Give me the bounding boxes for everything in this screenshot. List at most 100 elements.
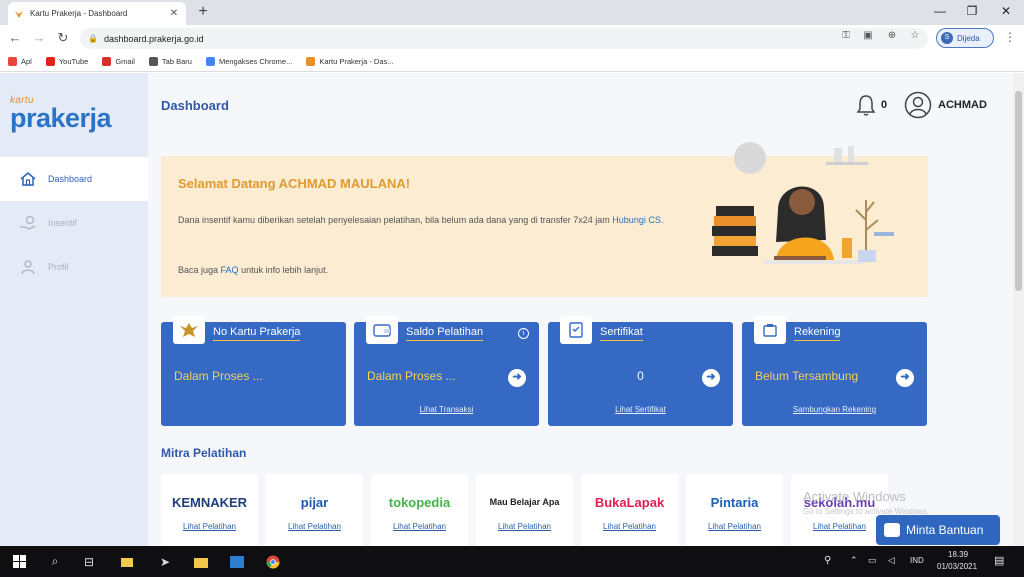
volume-icon[interactable]: ◁ (888, 555, 895, 566)
partner-card[interactable]: Pintaria Lihat Pelatihan (686, 474, 783, 546)
lihat-pelatihan-link[interactable]: Lihat Pelatihan (161, 522, 258, 531)
forward-arrow-icon[interactable]: → (30, 29, 48, 47)
zoom-icon[interactable]: ⊕ (884, 30, 900, 41)
scrollbar-thumb[interactable] (1015, 91, 1022, 291)
bookmark-label: Apl (21, 57, 32, 66)
notification-center-icon[interactable]: ▤ (994, 554, 1004, 567)
info-icon[interactable]: i (518, 328, 529, 339)
partner-logo: BukaLapak (594, 494, 665, 510)
sidebar-item-insentif[interactable]: Insentif (0, 201, 148, 245)
welcome-title: Selamat Datang ACHMAD MAULANA! (178, 176, 411, 191)
address-bar[interactable]: 🔒 dashboard.prakerja.go.id (80, 28, 928, 49)
tab-close-icon[interactable]: ✕ (168, 8, 180, 19)
lihat-pelatihan-link[interactable]: Lihat Pelatihan (266, 522, 363, 531)
bookmark-item[interactable]: Mengakses Chrome... (205, 57, 293, 66)
clock-time[interactable]: 18.39 (948, 550, 968, 559)
faq-link[interactable]: FAQ (221, 265, 239, 275)
language-indicator[interactable]: IND (910, 556, 924, 565)
arrow-right-icon[interactable]: ➜ (702, 369, 720, 387)
bookmark-label: Gmail (115, 57, 135, 66)
browser-tab-title: Kartu Prakerja - Dashboard (30, 9, 128, 18)
youtube-icon (45, 57, 55, 66)
contact-cs-link[interactable]: Hubungi CS (612, 215, 661, 225)
partner-card[interactable]: KEMNAKER Lihat Pelatihan (161, 474, 258, 546)
card-sertifikat[interactable]: Sertifikat 0 ➜ Lihat Sertifikat (548, 316, 733, 426)
partner-logo: Pintaria (710, 494, 759, 510)
lihat-transaksi-link[interactable]: Lihat Transaksi (354, 405, 539, 414)
arrow-app-icon[interactable]: ➤ (156, 553, 174, 570)
lihat-sertifikat-link[interactable]: Lihat Sertifikat (548, 405, 733, 414)
window-close-button[interactable]: ✕ (996, 2, 1016, 20)
home-icon (18, 170, 38, 188)
faq-post: untuk info lebih lanjut. (241, 265, 329, 275)
card-value: Dalam Proses ... (174, 369, 263, 383)
people-icon[interactable]: ⚲ (824, 555, 831, 566)
network-icon[interactable]: ▭ (868, 555, 877, 566)
partner-logo: pijar (300, 494, 329, 510)
chrome-icon[interactable] (264, 553, 282, 570)
lihat-pelatihan-link[interactable]: Lihat Pelatihan (791, 522, 888, 531)
clock-date[interactable]: 01/03/2021 (937, 562, 977, 571)
search-icon[interactable]: ⌕ (46, 553, 64, 570)
lihat-pelatihan-link[interactable]: Lihat Pelatihan (476, 522, 573, 531)
reload-icon[interactable]: ↻ (54, 29, 72, 47)
partner-card[interactable]: tokopedia Lihat Pelatihan (371, 474, 468, 546)
window-restore-button[interactable]: ❐ (962, 2, 982, 20)
store-icon[interactable] (118, 553, 136, 570)
card-title: No Kartu Prakerja (213, 326, 301, 341)
arrow-right-icon[interactable]: ➜ (896, 369, 914, 387)
bookmark-item[interactable]: Gmail (102, 57, 135, 66)
bookmark-item[interactable]: YouTube (45, 57, 88, 66)
card-saldo-pelatihan[interactable]: Saldo Pelatihan i Dalam Proses ... ➜ Lih… (354, 316, 539, 426)
card-value: Belum Tersambung (755, 369, 859, 383)
url-text[interactable]: dashboard.prakerja.go.id (104, 34, 204, 44)
user-name[interactable]: ACHMAD (938, 99, 987, 111)
key-icon[interactable]: ⚿ (838, 30, 854, 41)
card-no-kartu[interactable]: No Kartu Prakerja Dalam Proses ... (161, 316, 346, 426)
card-title: Rekening (794, 326, 841, 341)
windows-taskbar: ⌕ ⊟ ➤ ⚲ ⌃ ▭ ◁ IND 18.39 01/03/2021 ▤ (0, 546, 1024, 577)
page-content: kartu prakerja Dashboard Insentif Profil… (0, 73, 1024, 546)
sidebar-item-profil[interactable]: Profil (0, 245, 148, 289)
partner-card[interactable]: Mau Belajar Apa Lihat Pelatihan (476, 474, 573, 546)
apps-icon (8, 57, 17, 66)
sambungkan-rekening-link[interactable]: Sambungkan Rekening (742, 405, 927, 414)
lihat-pelatihan-link[interactable]: Lihat Pelatihan (371, 522, 468, 531)
card-rekening[interactable]: Rekening Belum Tersambung ➜ Sambungkan R… (742, 316, 927, 426)
faq-pre: Baca juga (178, 265, 219, 275)
bell-icon[interactable] (855, 93, 877, 117)
new-tab-button[interactable]: + (194, 3, 212, 21)
file-explorer-icon[interactable] (192, 553, 210, 570)
profile-button[interactable]: S Dijeda (936, 28, 994, 48)
user-avatar-icon[interactable] (904, 91, 932, 119)
card-title: Saldo Pelatihan (406, 326, 484, 341)
bookmark-item[interactable]: Kartu Prakerja - Das... (306, 57, 394, 66)
partner-card[interactable]: BukaLapak Lihat Pelatihan (581, 474, 678, 546)
lihat-pelatihan-link[interactable]: Lihat Pelatihan (581, 522, 678, 531)
bookmark-item[interactable]: Apl (8, 57, 32, 66)
bookmark-label: Mengakses Chrome... (218, 57, 293, 66)
partner-card[interactable]: pijar Lihat Pelatihan (266, 474, 363, 546)
back-arrow-icon[interactable]: ← (6, 29, 24, 47)
prakerja-logo[interactable]: kartu prakerja (10, 95, 112, 132)
bookmark-item[interactable]: Tab Baru (148, 57, 192, 66)
sidebar-item-dashboard[interactable]: Dashboard (0, 157, 148, 201)
lihat-pelatihan-link[interactable]: Lihat Pelatihan (686, 522, 783, 531)
hand-coin-icon (18, 214, 38, 232)
browser-tab[interactable]: Kartu Prakerja - Dashboard ✕ (8, 2, 186, 25)
tray-chevron-icon[interactable]: ⌃ (850, 555, 858, 566)
notification-count: 0 (881, 99, 888, 111)
translate-icon[interactable]: ▣ (860, 30, 876, 41)
window-minimize-button[interactable]: — (930, 2, 950, 20)
help-label: Minta Bantuan (906, 523, 984, 537)
photos-app-icon[interactable] (228, 553, 246, 570)
windows-start-icon[interactable] (10, 553, 28, 570)
welcome-faq-line: Baca juga FAQ untuk info lebih lanjut. (178, 262, 718, 279)
welcome-text: Dana insentif kamu diberikan setelah pen… (178, 212, 718, 229)
task-view-icon[interactable]: ⊟ (80, 553, 98, 570)
profile-icon (18, 258, 38, 276)
bookmark-star-icon[interactable]: ☆ (907, 30, 923, 41)
menu-kebab-icon[interactable]: ⋮ (1004, 30, 1016, 44)
minta-bantuan-button[interactable]: Minta Bantuan (876, 515, 1000, 545)
arrow-right-icon[interactable]: ➜ (508, 369, 526, 387)
